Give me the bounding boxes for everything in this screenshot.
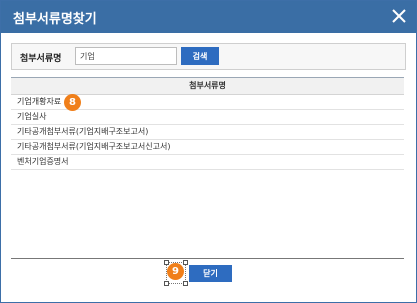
row-label: 기업실사 (17, 112, 47, 121)
row-label: 기타공개첨부서류(기업지배구조보고서신고서) (17, 142, 171, 151)
resize-handle[interactable] (164, 260, 169, 265)
table-row[interactable]: 벤처기업증명서 (11, 155, 404, 170)
results-table: 첨부서류명 기업개황자료 기업실사 기타공개첨부서류(기업지배구조보고서) 기타… (11, 77, 404, 170)
row-label: 벤처기업증명서 (17, 157, 69, 166)
resize-handle[interactable] (183, 281, 188, 286)
table-row[interactable]: 기업실사 (11, 110, 404, 125)
footer-divider (11, 258, 404, 259)
close-icon[interactable] (390, 7, 408, 25)
dialog-titlebar: 첨부서류명찾기 (1, 1, 416, 33)
table-row[interactable]: 기타공개첨부서류(기업지배구조보고서신고서) (11, 140, 404, 155)
table-header: 첨부서류명 (11, 78, 404, 95)
row-label: 기업개황자료 (17, 97, 62, 106)
step-badge-9: 9 (167, 263, 184, 280)
search-button[interactable]: 검색 (181, 47, 219, 65)
row-label: 기타공개첨부서류(기업지배구조보고서) (17, 127, 149, 136)
resize-handle[interactable] (183, 260, 188, 265)
search-input[interactable] (75, 47, 177, 65)
search-label: 첨부서류명 (20, 54, 62, 64)
search-panel: 첨부서류명 검색 (11, 43, 406, 70)
attachment-search-dialog: 첨부서류명찾기 첨부서류명 검색 첨부서류명 기업개황자료 기업실사 기타공개첨… (0, 0, 417, 303)
dialog-title: 첨부서류명찾기 (13, 12, 97, 27)
resize-handle[interactable] (164, 281, 169, 286)
table-row[interactable]: 기타공개첨부서류(기업지배구조보고서) (11, 125, 404, 140)
step-badge-8: 8 (64, 94, 81, 111)
close-button[interactable]: 닫기 (189, 265, 232, 282)
